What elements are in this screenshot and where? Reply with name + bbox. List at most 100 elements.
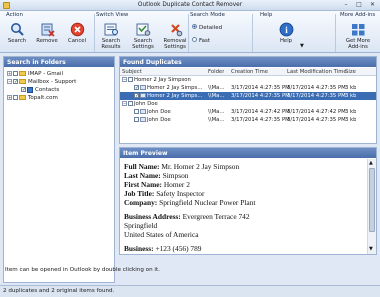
table-row[interactable]: Homer 2 Jay Simps... \\Ma... 3/17/2014 4… xyxy=(120,84,376,92)
row-checkbox[interactable] xyxy=(134,92,139,100)
search-button[interactable]: Search xyxy=(5,22,29,44)
status-bar: 2 duplicates and 2 original items found. xyxy=(0,285,380,297)
group-row-homer[interactable]: − Homer 2 Jay Simpson xyxy=(120,76,376,84)
row-folder: \\Ma... xyxy=(208,109,225,115)
pv-city: Springfield xyxy=(124,221,158,230)
help-button[interactable]: i Help xyxy=(275,22,297,44)
group-label-switch-view: Switch View xyxy=(96,12,129,18)
radio-selected-indicator xyxy=(192,24,197,29)
folder-checkbox[interactable] xyxy=(21,86,26,94)
row-folder: \\Ma... xyxy=(208,85,225,91)
close-window-button[interactable]: ✕ xyxy=(366,1,379,9)
contact-icon xyxy=(140,85,146,90)
search-results-icon xyxy=(103,22,120,37)
scroll-down-icon[interactable]: ▼ xyxy=(369,246,373,252)
pv-job-title: Job Title: Safety Inspector xyxy=(124,189,364,198)
search-settings-button[interactable]: Search Settings xyxy=(128,22,158,50)
col-creation-time[interactable]: Creation Time xyxy=(231,68,268,76)
found-duplicates-title: Found Duplicates xyxy=(120,57,376,67)
table-row-selected[interactable]: Homer 2 Jay Simps... \\Ma... 3/17/2014 4… xyxy=(120,92,376,100)
folder-icon xyxy=(19,95,26,100)
row-checkbox[interactable] xyxy=(134,109,139,114)
remove-button[interactable]: Remove xyxy=(35,22,59,44)
pv-value: Mr. Homer 2 Jay Simpson xyxy=(161,162,240,171)
folder-checkbox[interactable] xyxy=(13,78,18,86)
row-checkbox[interactable] xyxy=(134,117,139,122)
help-dropdown-arrow-icon[interactable]: ▼ xyxy=(300,43,304,49)
col-last-modification[interactable]: Last Modification Time xyxy=(287,68,347,76)
title-bar: Outlook Duplicate Contact Remover – □ ✕ xyxy=(0,0,380,11)
tree-item-label: Topalt.com xyxy=(28,95,58,101)
group-label-help: Help xyxy=(260,12,273,18)
pv-value: +123 (456) 789 xyxy=(155,244,202,253)
pv-key: Last Name: xyxy=(124,171,161,180)
collapse-icon[interactable]: − xyxy=(122,77,127,82)
scroll-thumb[interactable] xyxy=(369,168,375,232)
col-subject[interactable]: Subject xyxy=(122,68,142,76)
col-size[interactable]: Size xyxy=(345,68,356,76)
tree-item-label: IMAP - Gmail xyxy=(28,71,63,77)
col-folder[interactable]: Folder xyxy=(208,68,224,76)
help-label: Help xyxy=(279,38,293,44)
row-modified: 3/17/2014 4:27:35 PM xyxy=(287,93,346,99)
folder-icon xyxy=(19,71,26,76)
tree-item-label: Contacts xyxy=(35,87,60,93)
row-size: 3 kb xyxy=(345,117,357,123)
row-creation: 3/17/2014 4:27:35 PM xyxy=(231,93,290,99)
pv-key: First Name: xyxy=(124,180,162,189)
search-mode-fast-radio[interactable]: Fast xyxy=(192,37,210,44)
pv-business-address: Business Address: Evergreen Terrace 742 xyxy=(124,212,364,221)
minimize-button[interactable]: – xyxy=(340,1,352,9)
get-more-addins-button[interactable]: Get More Add-ins xyxy=(342,22,374,50)
removal-settings-button[interactable]: Removal Settings xyxy=(160,22,190,50)
folder-checkbox[interactable] xyxy=(13,71,18,76)
table-row[interactable]: John Doe \\Ma... 3/17/2014 4:27:42 PM 3/… xyxy=(120,108,376,116)
preview-scrollbar[interactable]: ▲ ▼ xyxy=(367,159,376,254)
maximize-button[interactable]: □ xyxy=(353,1,365,9)
row-modified: 3/17/2014 4:27:42 PM xyxy=(287,109,346,115)
contact-icon xyxy=(140,109,146,114)
window-title: Outlook Duplicate Contact Remover xyxy=(137,2,243,8)
row-size: 3 kb xyxy=(345,85,357,91)
pv-value: Homer 2 xyxy=(163,180,190,189)
contact-icon xyxy=(140,93,146,98)
status-text: 2 duplicates and 2 original items found. xyxy=(3,288,115,294)
ribbon-separator xyxy=(94,14,95,52)
contact-icon xyxy=(140,117,146,122)
pv-key: Company: xyxy=(124,198,158,207)
collapse-icon[interactable]: − xyxy=(122,101,127,106)
detailed-label: Detailed xyxy=(199,25,223,31)
row-modified: 3/17/2014 4:27:35 PM xyxy=(287,85,346,91)
scroll-up-icon[interactable]: ▲ xyxy=(369,160,373,166)
tree-item-imap-gmail[interactable]: + IMAP - Gmail xyxy=(7,70,63,78)
table-row[interactable]: John Doe \\Ma... 3/17/2014 4:27:35 PM 3/… xyxy=(120,116,376,124)
radio-indicator xyxy=(192,37,197,42)
item-preview-panel: Item Preview Full Name: Mr. Homer 2 Jay … xyxy=(119,147,377,255)
contacts-folder-icon xyxy=(27,86,33,93)
group-name: John Doe xyxy=(134,101,158,107)
expand-icon[interactable]: + xyxy=(7,71,12,76)
pv-country: United States of America xyxy=(124,230,199,239)
search-results-button[interactable]: Search Results xyxy=(97,22,125,50)
tree-item-contacts[interactable]: Contacts xyxy=(21,86,59,94)
removal-settings-icon xyxy=(167,22,184,37)
pv-key: Full Name: xyxy=(124,162,160,171)
folder-checkbox[interactable] xyxy=(13,95,18,100)
row-subject: Homer 2 Jay Simps... xyxy=(147,85,203,91)
cancel-button[interactable]: Cancel xyxy=(65,22,89,44)
group-row-john-doe[interactable]: − John Doe xyxy=(120,100,376,108)
search-settings-label-2: Settings xyxy=(132,44,154,50)
search-mode-detailed-radio[interactable]: Detailed xyxy=(192,24,223,31)
group-label-more-addins: More Add-ins xyxy=(340,12,376,18)
row-checkbox[interactable] xyxy=(134,84,139,92)
expand-icon[interactable]: + xyxy=(7,95,12,100)
collapse-icon[interactable]: − xyxy=(7,79,12,84)
folder-icon xyxy=(19,79,26,84)
group-checkbox[interactable] xyxy=(128,77,133,82)
tree-item-topalt[interactable]: + Topalt.com xyxy=(7,94,58,102)
pv-business-phone: Business: +123 (456) 789 xyxy=(124,244,364,253)
row-subject: John Doe xyxy=(147,117,171,123)
group-checkbox[interactable] xyxy=(128,101,133,106)
search-settings-icon xyxy=(135,22,152,37)
tree-item-mailbox-support[interactable]: − Mailbox - Support xyxy=(7,78,76,86)
